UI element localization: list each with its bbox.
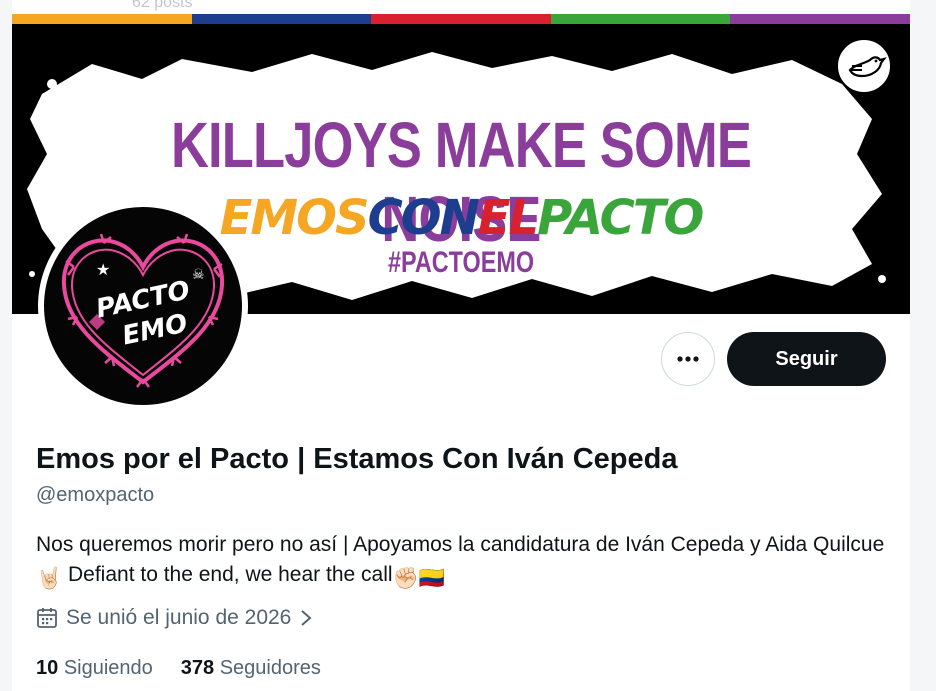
profile-name: Emos por el Pacto | Estamos Con Iván Cep…: [36, 443, 678, 475]
avatar[interactable]: ★ ☠ PACTO EMO: [38, 201, 248, 411]
follow-button[interactable]: Seguir: [727, 332, 886, 386]
join-date[interactable]: Se unió el junio de 2026: [36, 606, 313, 630]
stripe-blue: [191, 14, 372, 24]
more-dots-icon: [677, 356, 699, 362]
followers-label: Seguidores: [219, 657, 321, 679]
following-count: 10: [36, 657, 59, 679]
stripe-purple: [730, 14, 910, 24]
post-count-text: 62 posts: [132, 0, 193, 11]
rock-hand-emoji: 🤘🏻: [36, 567, 63, 590]
colombia-flag-emoji: 🇨🇴: [418, 567, 445, 590]
slogan-part-pacto: PACTO: [537, 190, 704, 246]
more-options-button[interactable]: [661, 332, 715, 386]
stripe-red: [371, 14, 551, 24]
slogan-part-con: CON: [367, 190, 480, 246]
follow-stats: 10 Siguiendo 378 Seguidores: [36, 657, 321, 680]
profile-handle: @emoxpacto: [36, 484, 155, 506]
raised-fist-emoji: ✊🏻: [392, 567, 419, 590]
dove-icon: [836, 38, 892, 94]
profile-card: 62 posts KILLJOYS MAKE SOME NOISE EMOSCO…: [12, 0, 910, 691]
bio-text-2: Defiant to the end, we hear the call: [62, 563, 393, 586]
avatar-image: ★ ☠ PACTO EMO: [44, 207, 242, 405]
slogan-part-el: EL: [477, 190, 539, 246]
color-stripes: [12, 14, 910, 24]
stripe-orange: [12, 14, 192, 24]
stripe-green: [550, 14, 731, 24]
following-link[interactable]: 10 Siguiendo: [36, 657, 153, 680]
chevron-right-icon: [301, 610, 312, 626]
join-date-text: Se unió el junio de 2026: [66, 606, 292, 629]
followers-link[interactable]: 378 Seguidores: [181, 657, 321, 680]
bio-text-1: Nos queremos morir pero no así | Apoyamo…: [36, 533, 885, 556]
followers-count: 378: [180, 657, 215, 679]
calendar-icon: [37, 608, 57, 628]
following-label: Siguiendo: [63, 657, 153, 679]
svg-text:★: ★: [96, 260, 110, 279]
profile-bio: Nos queremos morir pero no así | Apoyamo…: [36, 530, 896, 594]
